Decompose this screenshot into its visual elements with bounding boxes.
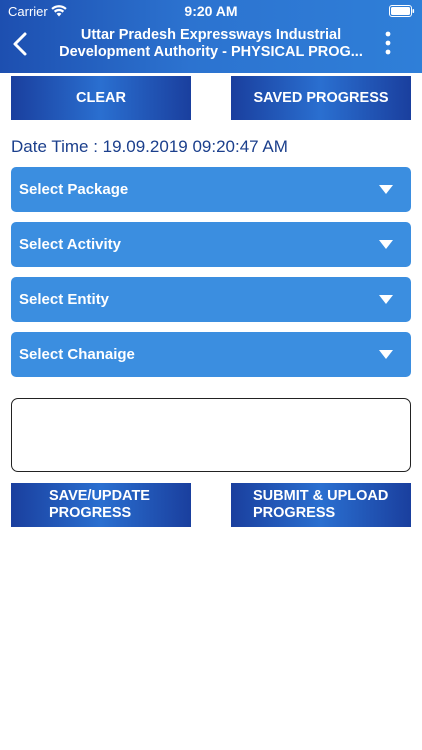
select-chainage-label: Select Chanaige — [19, 346, 135, 363]
submit-upload-line-2: PROGRESS — [253, 505, 336, 521]
select-activity-label: Select Activity — [19, 236, 121, 253]
more-vertical-icon[interactable] — [380, 31, 396, 55]
select-activity-dropdown[interactable]: Select Activity — [11, 222, 411, 267]
clear-button[interactable]: CLEAR — [11, 76, 191, 120]
remarks-textarea[interactable] — [11, 398, 411, 472]
page-title-line-1: Uttar Pradesh Expressways Industrial — [80, 27, 342, 43]
back-chevron-icon[interactable] — [10, 31, 30, 57]
triangle-down-icon — [379, 185, 393, 194]
save-update-line-1: SAVE/UPDATE — [49, 488, 150, 504]
select-package-label: Select Package — [19, 181, 129, 198]
triangle-down-icon — [379, 295, 393, 304]
status-bar: Carrier 9:20 AM — [0, 0, 422, 22]
submit-upload-button-label: SUBMIT & UPLOAD PROGRESS — [253, 488, 388, 522]
page-title-line-2: Development Authority - PHYSICAL PROG... — [59, 44, 363, 60]
submit-upload-progress-button[interactable]: SUBMIT & UPLOAD PROGRESS — [231, 483, 411, 527]
app-header: Carrier 9:20 AM Uttar Pradesh Expressway… — [0, 0, 422, 73]
save-update-line-2: PROGRESS — [49, 505, 132, 521]
select-chainage-dropdown[interactable]: Select Chanaige — [11, 332, 411, 377]
battery-icon — [389, 5, 415, 17]
triangle-down-icon — [379, 240, 393, 249]
select-entity-label: Select Entity — [19, 291, 110, 308]
select-package-dropdown[interactable]: Select Package — [11, 167, 411, 212]
save-update-button-label: SAVE/UPDATE PROGRESS — [49, 488, 150, 522]
save-update-progress-button[interactable]: SAVE/UPDATE PROGRESS — [11, 483, 191, 527]
select-entity-dropdown[interactable]: Select Entity — [11, 277, 411, 322]
submit-upload-line-1: SUBMIT & UPLOAD — [253, 488, 389, 504]
saved-progress-button[interactable]: SAVED PROGRESS — [231, 76, 411, 120]
triangle-down-icon — [379, 350, 393, 359]
date-time-label: Date Time : 19.09.2019 09:20:47 AM — [11, 137, 288, 156]
page-title: Uttar Pradesh Expressways Industrial Dev… — [46, 27, 376, 61]
status-time: 9:20 AM — [184, 3, 238, 19]
